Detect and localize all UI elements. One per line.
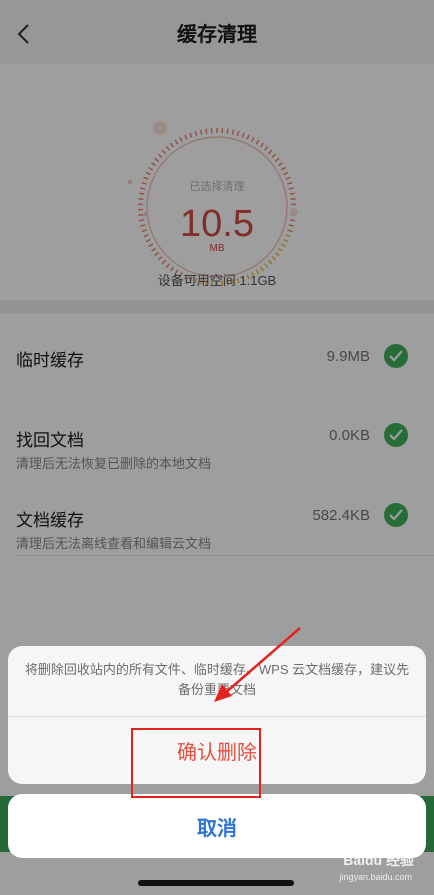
dialog-message: 将删除回收站内的所有文件、临时缓存、WPS 云文档缓存，建议先备份重要文档 <box>24 662 410 697</box>
annotation-box <box>131 728 261 798</box>
cancel-button[interactable]: 取消 <box>8 794 426 858</box>
watermark-url: jingyan.baidu.com <box>339 872 412 882</box>
watermark-logo: Baidu 经验 <box>343 852 414 868</box>
home-indicator <box>138 880 294 886</box>
